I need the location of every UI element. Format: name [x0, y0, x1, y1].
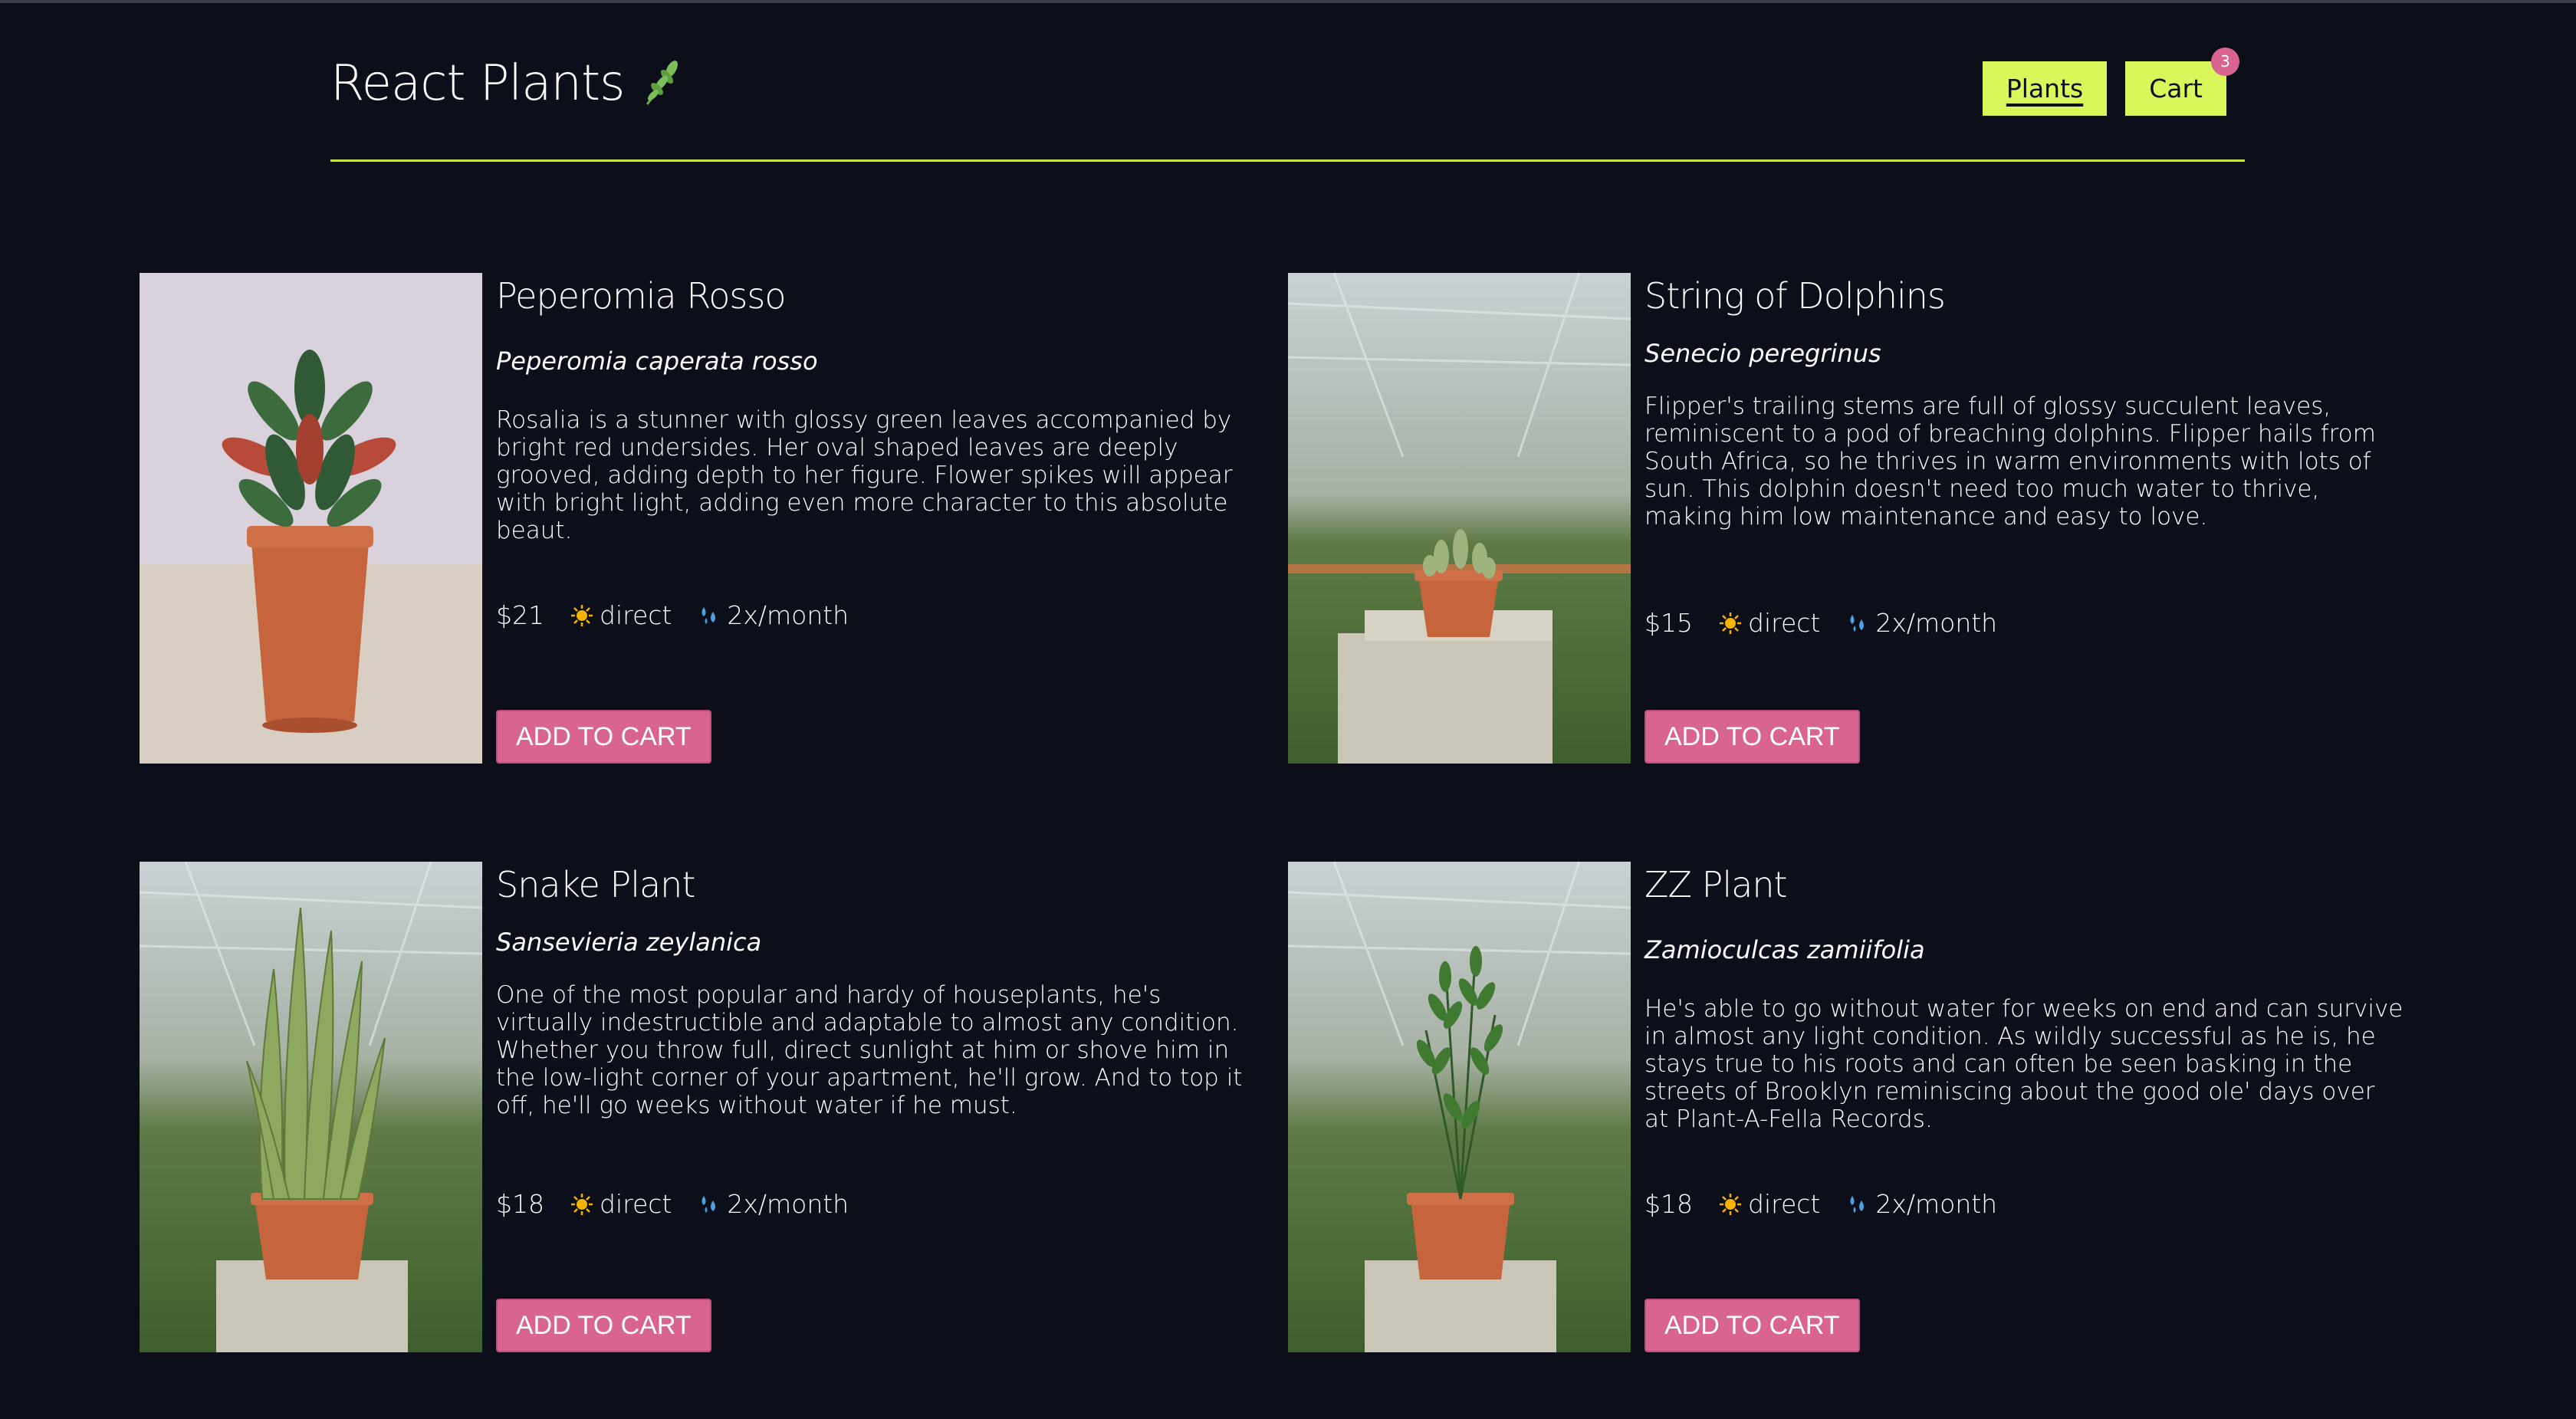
- nav-cart-label: Cart: [2149, 74, 2203, 103]
- plant-photo: [1288, 273, 1631, 764]
- herb-leaf-icon: [646, 61, 678, 105]
- plant-light: direct: [600, 600, 672, 630]
- plant-light: direct: [1748, 608, 1821, 638]
- plant-price: $18: [1644, 1189, 1693, 1219]
- nav-plants-button[interactable]: Plants: [1982, 61, 2108, 116]
- plant-water: 2x/month: [1875, 608, 1998, 638]
- plant-name: Peperomia Rosso: [496, 275, 786, 317]
- plant-botanical-name: Senecio peregrinus: [1644, 339, 1881, 368]
- plant-info: ZZ Plant Zamioculcas zamiifolia He's abl…: [1644, 862, 2411, 1352]
- plant-card: String of Dolphins Senecio peregrinus Fl…: [1288, 273, 2423, 764]
- water-drops-icon: [702, 606, 716, 624]
- plant-price: $21: [496, 600, 544, 630]
- plant-botanical-name: Peperomia caperata rosso: [496, 347, 818, 376]
- main-nav: Plants Cart 3: [1982, 48, 2239, 116]
- sun-icon: [1720, 1193, 1741, 1215]
- plant-price: $15: [1644, 608, 1693, 638]
- plant-description: One of the most popular and hardy of hou…: [496, 981, 1243, 1119]
- add-to-cart-button[interactable]: ADD TO CART: [496, 1299, 711, 1352]
- nav-cart-button[interactable]: Cart 3: [2125, 48, 2239, 116]
- water-drops-icon: [702, 1195, 716, 1213]
- plant-info: Peperomia Rosso Peperomia caperata rosso…: [496, 273, 1263, 764]
- cart-count-badge: 3: [2211, 48, 2239, 76]
- plant-photo: [140, 862, 482, 1352]
- plant-water: 2x/month: [1875, 1189, 1998, 1219]
- add-to-cart-button[interactable]: ADD TO CART: [496, 710, 711, 764]
- plant-care-info: $21 direct 2x/month: [496, 600, 849, 630]
- plant-card: Peperomia Rosso Peperomia caperata rosso…: [140, 273, 1274, 764]
- plant-info: Snake Plant Sansevieria zeylanica One of…: [496, 862, 1263, 1352]
- plant-light: direct: [1748, 1189, 1821, 1219]
- plant-photo: [1288, 862, 1631, 1352]
- water-drops-icon: [1850, 1195, 1865, 1213]
- plant-care-info: $18 direct 2x/month: [1644, 1189, 1997, 1219]
- sun-icon: [571, 1193, 593, 1215]
- plant-light: direct: [600, 1189, 672, 1219]
- nav-plants-label: Plants: [2006, 74, 2084, 103]
- add-to-cart-button[interactable]: ADD TO CART: [1644, 710, 1860, 764]
- add-to-cart-button[interactable]: ADD TO CART: [1644, 1299, 1860, 1352]
- site-title: React Plants: [330, 55, 625, 112]
- plant-description: He's able to go without water for weeks …: [1644, 995, 2404, 1133]
- plant-name: String of Dolphins: [1644, 275, 1946, 317]
- site-header: React Plants Plants Cart 3: [330, 0, 2245, 162]
- plant-care-info: $18 direct 2x/month: [496, 1189, 849, 1219]
- plant-botanical-name: Sansevieria zeylanica: [496, 928, 762, 957]
- plant-info: String of Dolphins Senecio peregrinus Fl…: [1644, 273, 2411, 764]
- plant-description: Flipper's trailing stems are full of glo…: [1644, 393, 2376, 530]
- plant-photo: [140, 273, 482, 764]
- plant-price: $18: [496, 1189, 544, 1219]
- sun-icon: [1720, 612, 1741, 634]
- plant-card: ZZ Plant Zamioculcas zamiifolia He's abl…: [1288, 862, 2423, 1352]
- plant-water: 2x/month: [727, 600, 849, 630]
- plant-card: Snake Plant Sansevieria zeylanica One of…: [140, 862, 1274, 1352]
- site-brand[interactable]: React Plants: [330, 55, 690, 112]
- plant-name: Snake Plant: [496, 864, 695, 905]
- plant-care-info: $15 direct 2x/month: [1644, 608, 1997, 638]
- water-drops-icon: [1850, 614, 1865, 632]
- sun-icon: [571, 604, 593, 626]
- plant-botanical-name: Zamioculcas zamiifolia: [1644, 935, 1925, 964]
- plant-description: Rosalia is a stunner with glossy green l…: [496, 406, 1233, 544]
- plant-water: 2x/month: [727, 1189, 849, 1219]
- plant-name: ZZ Plant: [1644, 864, 1788, 905]
